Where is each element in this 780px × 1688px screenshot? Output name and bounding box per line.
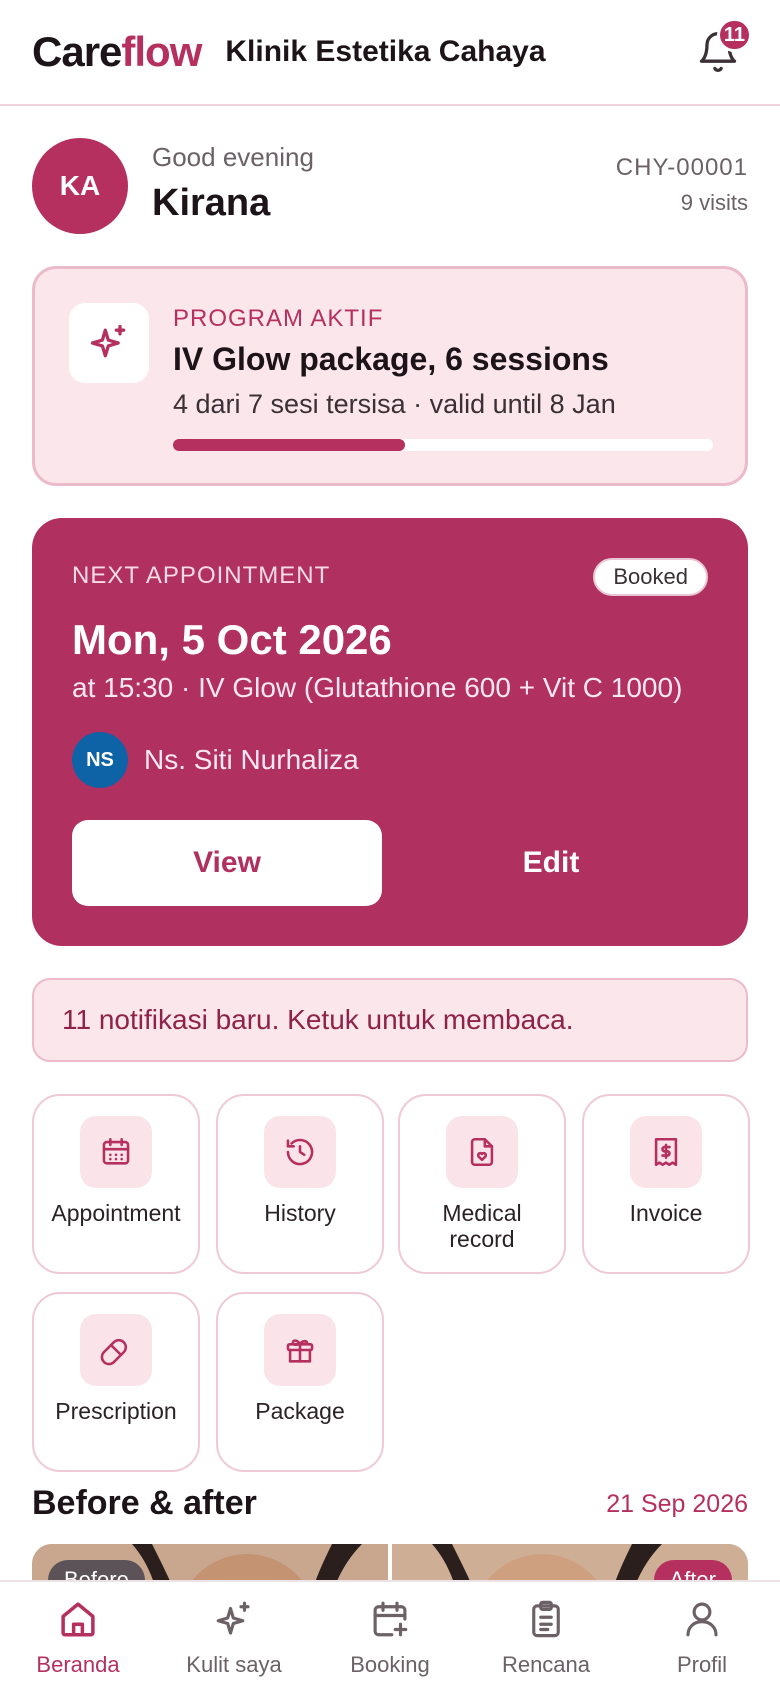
edit-appointment-button[interactable]: Edit [396,820,706,906]
nurse-name: Ns. Siti Nurhaliza [144,744,359,775]
visit-count: 9 visits [680,190,748,215]
nav-label: Rencana [501,1652,591,1677]
calendar-icon [80,1116,152,1188]
program-progress-bar [173,439,713,451]
quick-action-label: Package [255,1398,345,1424]
active-program-card[interactable]: PROGRAM AKTIF IV Glow package, 6 session… [32,266,748,486]
quick-action-label: Prescription [55,1398,177,1424]
patient-id: CHY-00001 [615,154,748,181]
user-icon [686,1602,718,1637]
appointment-label: NEXT APPOINTMENT [72,562,331,589]
status-badge: Booked [593,558,708,596]
calendar-plus-icon [373,1601,408,1637]
home-icon [61,1602,95,1637]
nav-item-beranda[interactable]: Beranda [0,1582,156,1688]
sparkle-icon [69,303,149,383]
quick-action-invoice[interactable]: Invoice [582,1094,750,1274]
brand-logo[interactable]: Careflow [32,28,202,76]
quick-action-appointment[interactable]: Appointment [32,1094,200,1274]
clipboard-icon [532,1600,560,1638]
program-title: IV Glow package, 6 sessions [173,341,609,377]
before-after-title: Before & after [32,1484,257,1522]
quick-action-package[interactable]: Package [216,1292,384,1472]
nav-label: Kulit saya [186,1652,282,1677]
clinic-name: Klinik Estetika Cahaya [225,35,546,68]
notification-bell-button[interactable]: 11 [696,18,752,74]
nav-item-booking[interactable]: Booking [312,1582,468,1688]
medical-record-icon [446,1116,518,1188]
quick-action-label: Invoice [629,1200,703,1226]
nav-label: Beranda [36,1652,120,1677]
appointment-detail: at 15:30 · IV Glow (Glutathione 600 + Vi… [72,672,683,703]
nav-item-kulit-saya[interactable]: Kulit saya [156,1582,312,1688]
appointment-date: Mon, 5 Oct 2026 [72,616,392,663]
greeting-salutation: Good evening [152,142,314,172]
avatar[interactable]: KA [32,138,128,234]
quick-action-medical-record[interactable]: Medical record [398,1094,566,1274]
pill-icon [80,1314,152,1386]
quick-action-prescription[interactable]: Prescription [32,1292,200,1472]
nav-item-rencana[interactable]: Rencana [468,1582,624,1688]
view-appointment-button[interactable]: View [72,820,382,906]
quick-action-label: Appointment [51,1200,181,1226]
quick-action-label: History [264,1200,336,1226]
nav-label: Profil [676,1652,728,1677]
nav-label: Booking [350,1652,430,1677]
gift-icon [264,1314,336,1386]
invoice-icon [630,1116,702,1188]
nav-item-profil[interactable]: Profil [624,1582,780,1688]
program-label: PROGRAM AKTIF [173,305,384,332]
history-icon [264,1116,336,1188]
next-appointment-card: NEXT APPOINTMENT Booked Mon, 5 Oct 2026 … [32,518,748,946]
quick-action-history[interactable]: History [216,1094,384,1274]
program-progress-fill [173,439,406,451]
app-header: Careflow Klinik Estetika Cahaya 11 [0,0,780,106]
patient-name: Kirana [152,182,271,224]
notification-count-badge: 11 [716,18,752,52]
notification-banner[interactable]: 11 notifikasi baru. Ketuk untuk membaca. [32,978,748,1062]
sparkle-icon [216,1601,250,1635]
program-subtitle: 4 dari 7 sesi tersisa · valid until 8 Ja… [173,389,616,419]
nurse-avatar: NS [72,732,128,788]
greeting-section: KA Good evening Kirana CHY-00001 9 visit… [32,138,748,234]
bottom-navigation: Beranda Kulit saya Booking Rencana Profi… [0,1580,780,1688]
before-after-date: 21 Sep 2026 [606,1490,748,1518]
quick-action-label: Medical record [442,1200,522,1252]
